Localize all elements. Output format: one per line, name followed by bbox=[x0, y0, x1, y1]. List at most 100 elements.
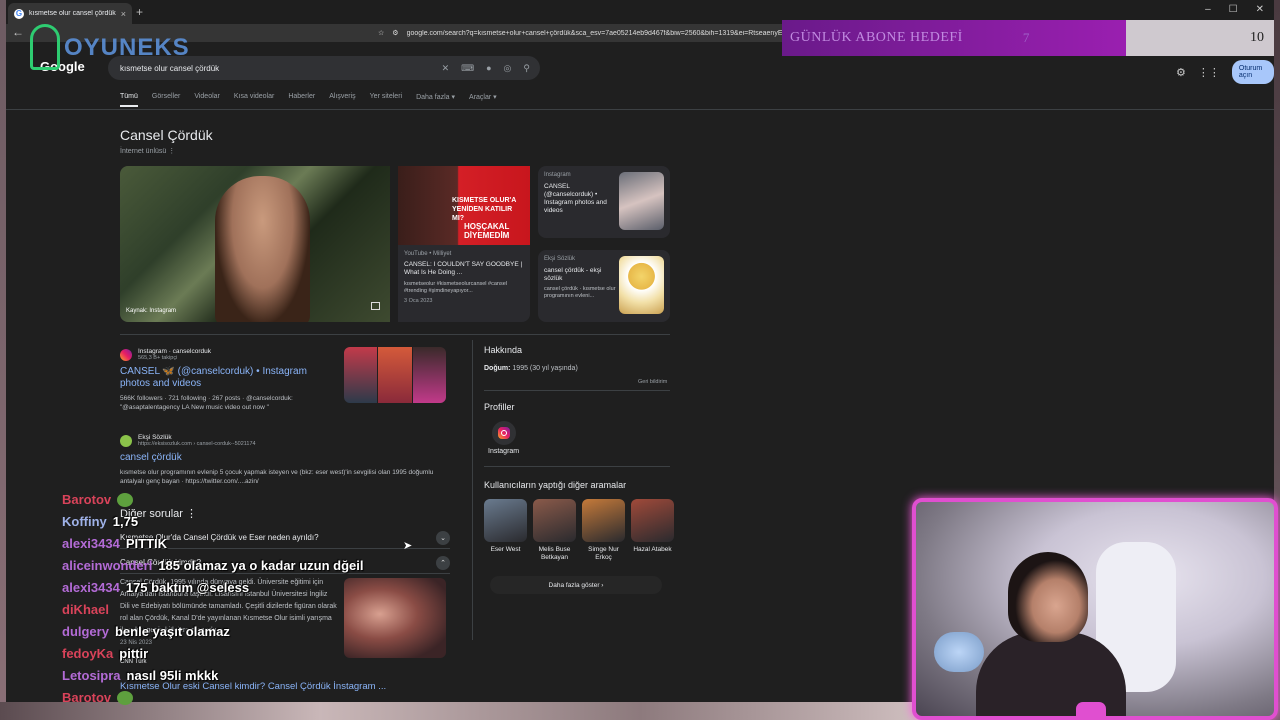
show-more-button[interactable]: Daha fazla göster › bbox=[490, 576, 662, 594]
tab-images[interactable]: Görseller bbox=[152, 93, 180, 107]
channel-logo: OYUNEKS bbox=[24, 18, 194, 74]
chat-text: benle yaşıt olamaz bbox=[114, 624, 230, 639]
chat-message: aliceinwonderl 185 olamaz ya o kadar uzun… bbox=[62, 558, 364, 573]
born-row: Doğum: 1995 (30 yıl yaşında) bbox=[484, 365, 578, 372]
instagram-profile-label[interactable]: Instagram bbox=[488, 448, 519, 455]
tab-news[interactable]: Haberler bbox=[288, 93, 315, 107]
person-name: Simge Nur Erkoç bbox=[588, 546, 619, 561]
emote-icon bbox=[117, 492, 134, 507]
result-title[interactable]: cansel çördük bbox=[120, 452, 440, 464]
entity-title: Cansel Çördük bbox=[120, 127, 213, 143]
result-eksi: Ekşi Sözlük https://eksisozluk.com › can… bbox=[120, 434, 440, 486]
apps-grid-icon[interactable]: ⋮⋮ bbox=[1198, 66, 1220, 79]
photo-source: Kaynak: Instagram bbox=[126, 308, 177, 314]
chat-message: Barotov bbox=[62, 690, 139, 705]
mic-icon[interactable]: ● bbox=[486, 63, 491, 74]
main-photo[interactable]: Kaynak: Instagram bbox=[120, 166, 390, 322]
chat-text: 175 baktım @seless bbox=[125, 580, 250, 595]
chevron-up-icon[interactable]: ⌃ bbox=[436, 555, 450, 570]
video-source: YouTube • Milliyet bbox=[404, 251, 452, 257]
search-icon[interactable]: ⚲ bbox=[523, 63, 530, 74]
tab-tools[interactable]: Araçlar ▾ bbox=[469, 93, 497, 107]
settings-gear-icon[interactable]: ⚙ bbox=[1176, 66, 1186, 79]
tab-all[interactable]: Tümü bbox=[120, 93, 138, 107]
result-thumbnails[interactable] bbox=[344, 347, 446, 403]
chat-username: Letosipra bbox=[62, 668, 121, 683]
person-photo[interactable] bbox=[631, 499, 674, 542]
person-card[interactable]: Simge Nur Erkoç bbox=[582, 499, 625, 562]
person-photo[interactable] bbox=[582, 499, 625, 542]
tab-close-icon[interactable]: × bbox=[121, 9, 126, 19]
chat-message: alexi3434 PITTIK bbox=[62, 536, 167, 551]
eksi-card[interactable]: Ekşi Sözlük cansel çördük - ekşi sözlük … bbox=[538, 250, 670, 322]
result-snippet: kısmetse olur programının evlenip 5 çocu… bbox=[120, 469, 434, 485]
instagram-card[interactable]: Instagram CANSEL (@canselcorduk) • Insta… bbox=[538, 166, 670, 238]
search-tabs: Tümü Görseller Videolar Kısa videolar Ha… bbox=[120, 93, 497, 107]
person-card[interactable]: Melis Buse Betkayan bbox=[533, 499, 576, 562]
ig-card-title[interactable]: CANSEL (@canselcorduk) • Instagram photo… bbox=[544, 183, 616, 215]
tab-title: kısmetse olur cansel çördük - Go bbox=[29, 10, 116, 17]
goal-label: GÜNLÜK ABONE HEDEFİ bbox=[790, 30, 963, 45]
feedback-link[interactable]: Geri bildirim bbox=[638, 379, 667, 385]
goal-progress-fill: GÜNLÜK ABONE HEDEFİ 7 bbox=[782, 20, 1127, 56]
image-icon[interactable] bbox=[371, 302, 380, 310]
lens-icon[interactable]: ◎ bbox=[504, 63, 512, 74]
chat-username: dulgery bbox=[62, 624, 109, 639]
youtube-card[interactable]: KISMETSE OLUR'A YENİDEN KATILIR MI? HOŞÇ… bbox=[398, 166, 530, 322]
video-desc: kısmetseolur #kismetseolurcansel #cansel… bbox=[404, 281, 508, 294]
thumb-2[interactable] bbox=[378, 347, 412, 403]
thumb-headline: KISMETSE OLUR'A YENİDEN KATILIR MI? bbox=[452, 197, 517, 222]
clear-icon[interactable]: ✕ bbox=[442, 63, 450, 74]
chat-message: Koffiny 1,75 bbox=[62, 514, 138, 529]
mascot-icon bbox=[30, 24, 60, 70]
result-instagram: Instagram · canselcorduk 565,3 B+ takipç… bbox=[120, 348, 320, 412]
chat-username: Koffiny bbox=[62, 514, 107, 529]
chat-message: alexi3434 175 baktım @seless bbox=[62, 580, 249, 595]
back-arrow-icon[interactable]: ← bbox=[12, 25, 24, 39]
person-card[interactable]: Eser West bbox=[484, 499, 527, 562]
chat-text: PITTIK bbox=[125, 536, 168, 551]
panel-divider bbox=[484, 390, 670, 391]
video-title[interactable]: CANSEL: I COULDN'T SAY GOODBYE | What Is… bbox=[404, 261, 524, 277]
minimize-button[interactable]: – bbox=[1205, 4, 1211, 15]
new-tab-button[interactable]: + bbox=[136, 5, 143, 19]
bookmark-icon[interactable]: ☆ bbox=[378, 29, 384, 37]
chat-text: 185 olamaz ya o kadar uzun dğeil bbox=[158, 558, 364, 573]
section-divider bbox=[120, 334, 670, 335]
channel-name: OYUNEKS bbox=[64, 34, 190, 61]
tab-short-videos[interactable]: Kısa videolar bbox=[234, 93, 274, 107]
maximize-button[interactable]: ☐ bbox=[1229, 4, 1238, 15]
portrait-figure bbox=[215, 176, 310, 322]
chat-username: diKhael bbox=[62, 602, 109, 617]
chat-message: fedoyKa pittir bbox=[62, 646, 148, 661]
person-photo[interactable] bbox=[484, 499, 527, 542]
thumb-3[interactable] bbox=[412, 347, 446, 403]
tab-more[interactable]: Daha fazla ▾ bbox=[416, 93, 455, 107]
instagram-icon bbox=[120, 348, 132, 361]
tab-videos[interactable]: Videolar bbox=[194, 93, 220, 107]
person-card[interactable]: Hazal Atabek bbox=[631, 499, 674, 562]
tab-local[interactable]: Yer siteleri bbox=[370, 93, 402, 107]
subscriber-goal-bar: GÜNLÜK ABONE HEDEFİ 7 10 bbox=[782, 20, 1274, 56]
chat-message: dulgery benle yaşıt olamaz bbox=[62, 624, 230, 639]
window-close-button[interactable]: ✕ bbox=[1256, 4, 1264, 15]
webcam-overlay bbox=[912, 498, 1278, 720]
thumb-1[interactable] bbox=[344, 347, 378, 403]
sign-in-button[interactable]: Oturum açın bbox=[1231, 60, 1274, 84]
goal-current: 7 bbox=[1022, 30, 1030, 45]
instagram-profile-button[interactable] bbox=[492, 421, 516, 445]
chevron-down-icon[interactable]: ⌄ bbox=[436, 530, 450, 545]
site-info-icon[interactable]: ⚙ bbox=[392, 29, 398, 37]
keyboard-icon[interactable]: ⌨ bbox=[461, 63, 474, 74]
tab-shopping[interactable]: Alışveriş bbox=[329, 93, 355, 107]
chat-username: Barotov bbox=[62, 690, 112, 705]
eksi-card-title[interactable]: cansel çördük - ekşi sözlük bbox=[544, 267, 616, 283]
result-title[interactable]: CANSEL 🦋 (@canselcorduk) • Instagram pho… bbox=[120, 366, 320, 390]
answer-image[interactable] bbox=[344, 578, 446, 658]
entity-subtitle[interactable]: İnternet ünlüsü ⋮ bbox=[120, 147, 175, 155]
question-item[interactable]: Kısmetse Olur'da Cansel Çördük ve Eser n… bbox=[120, 527, 450, 549]
person-photo[interactable] bbox=[533, 499, 576, 542]
thumb-subheadline: HOŞÇAKAL DİYEMEDİM bbox=[464, 222, 510, 240]
panel-divider bbox=[484, 466, 670, 467]
video-thumbnail[interactable]: KISMETSE OLUR'A YENİDEN KATILIR MI? HOŞÇ… bbox=[398, 166, 530, 245]
